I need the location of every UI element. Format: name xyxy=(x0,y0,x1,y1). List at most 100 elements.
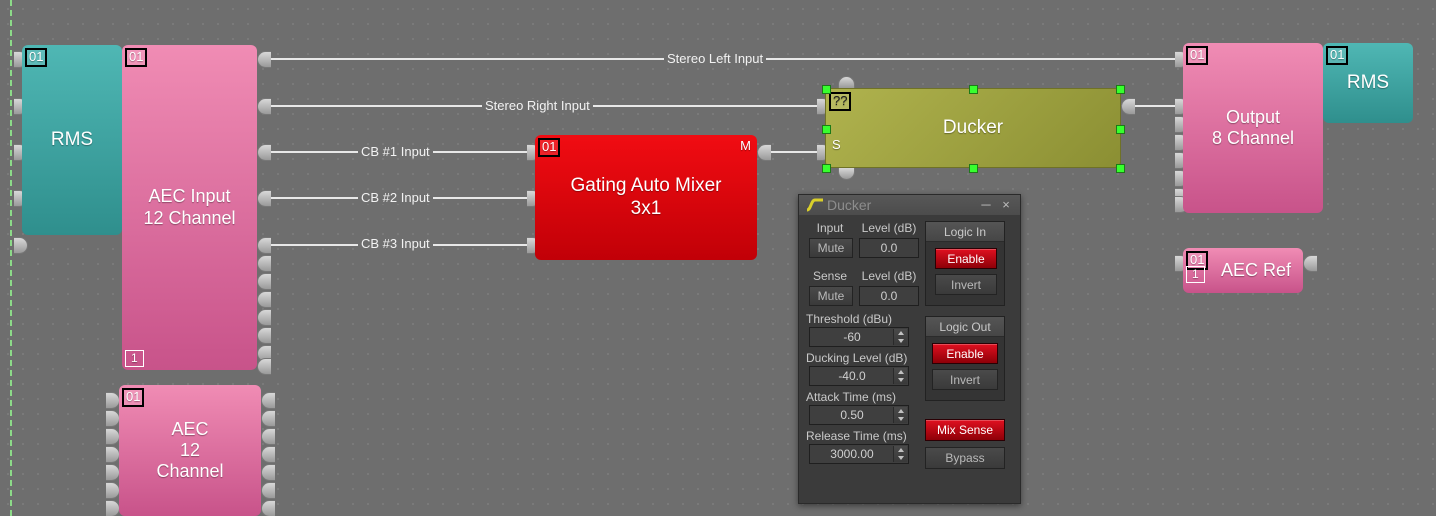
logic-out-enable-button[interactable]: Enable xyxy=(932,343,998,364)
port-aec12-out-2[interactable] xyxy=(261,410,275,427)
unit-badge: 01 xyxy=(25,48,48,67)
threshold-value: -60 xyxy=(843,330,861,344)
block-rms-right[interactable]: 01 RMS xyxy=(1323,43,1413,123)
input-label: Input xyxy=(816,221,844,235)
ducker-bottom-nub[interactable] xyxy=(838,168,855,180)
logic-in-group: Logic In Enable Invert xyxy=(925,221,1005,306)
threshold-spin-arrows[interactable] xyxy=(893,329,907,345)
release-time-spinner[interactable]: 3000.00 xyxy=(809,444,909,464)
block-gating-auto-mixer[interactable]: 01 Gating Auto Mixer 3x1 M xyxy=(535,135,757,260)
selection-handle-mr[interactable] xyxy=(1116,125,1125,134)
mix-sense-button[interactable]: Mix Sense xyxy=(925,419,1005,441)
selection-handle-bc[interactable] xyxy=(969,164,978,173)
release-time-label: Release Time (ms) xyxy=(806,429,907,443)
input-mute-button[interactable]: Mute xyxy=(809,238,853,258)
wire-label-cb1: CB #1 Input xyxy=(358,145,433,158)
block-aec-12ch[interactable]: 01 AEC 12 Channel xyxy=(119,385,261,516)
dialog-body: Input Level (dB) Mute 0.0 Sense Level (d… xyxy=(799,215,1020,503)
sense-mute-button[interactable]: Mute xyxy=(809,286,853,306)
port-aec-input-out-9[interactable] xyxy=(257,309,271,326)
selection-handle-ml[interactable] xyxy=(822,125,831,134)
mixer-out-port-tag: M xyxy=(740,138,751,153)
port-aec12-out-6[interactable] xyxy=(261,482,275,499)
instance-number-badge: 1 xyxy=(1186,266,1205,283)
release-time-spin-arrows[interactable] xyxy=(893,446,907,462)
ducking-level-value: -40.0 xyxy=(838,369,866,383)
port-aec12-in-3[interactable] xyxy=(106,428,120,445)
unit-badge: 01 xyxy=(122,388,145,407)
block-rms-left[interactable]: 01 RMS xyxy=(22,45,122,235)
logic-out-group: Logic Out Enable Invert xyxy=(925,316,1005,401)
attack-time-spinner[interactable]: 0.50 xyxy=(809,405,909,425)
release-time-value: 3000.00 xyxy=(830,447,874,461)
port-aec12-in-6[interactable] xyxy=(106,482,120,499)
dialog-title-bar[interactable]: Ducker ─ × xyxy=(799,195,1020,216)
sense-level-field[interactable]: 0.0 xyxy=(859,286,919,306)
port-aec-ref-out[interactable] xyxy=(1303,255,1317,272)
ducking-level-spinner[interactable]: -40.0 xyxy=(809,366,909,386)
port-aec-input-out-1[interactable] xyxy=(257,51,271,68)
block-output-8ch[interactable]: 01 Output 8 Channel xyxy=(1183,43,1323,213)
port-aec12-out-7[interactable] xyxy=(261,500,275,516)
dialog-title: Ducker xyxy=(827,197,872,213)
port-aec12-in-7[interactable] xyxy=(106,500,120,516)
port-aec-input-out-3[interactable] xyxy=(257,144,271,161)
unit-badge: 01 xyxy=(1186,46,1209,65)
port-aec12-in-2[interactable] xyxy=(106,410,120,427)
selection-handle-tr[interactable] xyxy=(1116,85,1125,94)
port-aec-input-out-4[interactable] xyxy=(257,190,271,207)
schematic-canvas[interactable]: Stereo Left Input Stereo Right Input CB … xyxy=(0,0,1436,516)
port-aec12-in-4[interactable] xyxy=(106,446,120,463)
block-ducker[interactable]: ?? Ducker S xyxy=(825,88,1121,168)
ducker-properties-dialog[interactable]: Ducker ─ × Input Level (dB) Mute 0.0 Sen… xyxy=(798,194,1021,504)
selection-handle-tc[interactable] xyxy=(969,85,978,94)
port-rms-left-in-5[interactable] xyxy=(14,237,28,254)
block-label: Ducker xyxy=(942,116,1004,138)
port-aec12-out-5[interactable] xyxy=(261,464,275,481)
unit-badge: 01 xyxy=(1326,46,1349,65)
port-aec-input-out-5[interactable] xyxy=(257,237,271,254)
block-aec-input-12ch[interactable]: 01 AEC Input 12 Channel 1 xyxy=(122,45,257,370)
port-aec12-in-5[interactable] xyxy=(106,464,120,481)
port-mixer-out-m[interactable] xyxy=(757,144,771,161)
logic-out-invert-button[interactable]: Invert xyxy=(932,369,998,390)
bypass-button[interactable]: Bypass xyxy=(925,447,1005,469)
block-label: AEC 12 Channel xyxy=(156,418,224,482)
port-aec12-in-1[interactable] xyxy=(106,392,120,409)
port-aec-input-out-6[interactable] xyxy=(257,255,271,272)
threshold-label: Threshold (dBu) xyxy=(806,312,893,326)
wire-label-stereo-left: Stereo Left Input xyxy=(664,52,767,65)
port-ducker-out[interactable] xyxy=(1121,98,1135,115)
selection-handle-tl[interactable] xyxy=(822,85,831,94)
ducker-sense-port-tag: S xyxy=(832,137,841,152)
port-aec-input-out-2[interactable] xyxy=(257,98,271,115)
port-aec12-out-3[interactable] xyxy=(261,428,275,445)
logic-in-invert-button[interactable]: Invert xyxy=(935,274,997,295)
selection-handle-br[interactable] xyxy=(1116,164,1125,173)
unit-badge: 01 xyxy=(125,48,148,67)
port-aec12-out-1[interactable] xyxy=(261,392,275,409)
port-aec-input-out-8[interactable] xyxy=(257,291,271,308)
close-icon[interactable]: × xyxy=(998,197,1014,213)
ducking-level-spin-arrows[interactable] xyxy=(893,368,907,384)
logic-in-title: Logic In xyxy=(926,222,1004,242)
selection-handle-bl[interactable] xyxy=(822,164,831,173)
input-level-field[interactable]: 0.0 xyxy=(859,238,919,258)
logic-in-enable-button[interactable]: Enable xyxy=(935,248,997,269)
port-aec12-out-4[interactable] xyxy=(261,446,275,463)
page-boundary-guide xyxy=(10,0,12,516)
threshold-spinner[interactable]: -60 xyxy=(809,327,909,347)
block-label: RMS xyxy=(1346,71,1390,93)
block-aec-ref[interactable]: 01 AEC Ref 1 xyxy=(1183,248,1303,293)
port-aec-input-out-12[interactable] xyxy=(257,358,271,375)
ducker-top-nub[interactable] xyxy=(838,76,855,88)
minimize-icon[interactable]: ─ xyxy=(978,197,994,213)
attack-time-spin-arrows[interactable] xyxy=(893,407,907,423)
sense-label: Sense xyxy=(812,269,848,283)
port-aec-input-out-10[interactable] xyxy=(257,327,271,344)
port-aec-input-out-7[interactable] xyxy=(257,273,271,290)
input-level-label: Level (dB) xyxy=(861,221,917,235)
wire-label-cb2: CB #2 Input xyxy=(358,191,433,204)
block-label: AEC Input 12 Channel xyxy=(143,186,236,228)
attack-time-label: Attack Time (ms) xyxy=(806,390,897,404)
